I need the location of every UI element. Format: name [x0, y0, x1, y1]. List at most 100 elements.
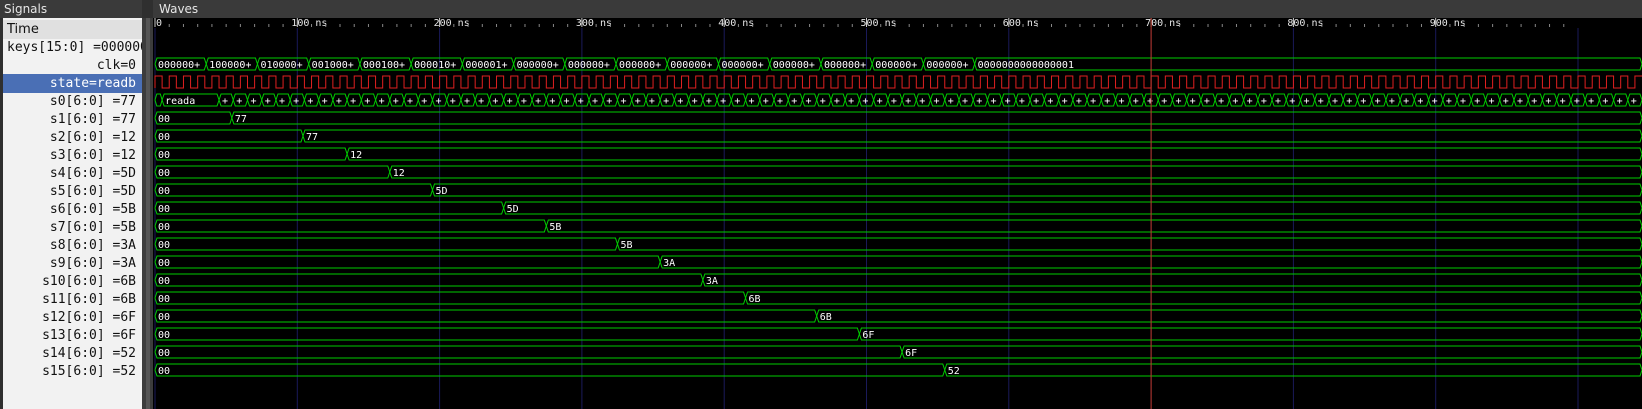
signal-clk[interactable]: clk=0 — [3, 56, 142, 75]
bus-value-label: + — [1318, 96, 1324, 107]
bus-value-label: 000001+ — [465, 60, 507, 71]
signal-s8[interactable]: s8[6:0] =3A — [3, 236, 142, 255]
bus-value-label: 3A — [663, 258, 675, 269]
bus-value-label: 000000+ — [824, 60, 866, 71]
bus-value-label: + — [250, 96, 256, 107]
bus-value-label: + — [1076, 96, 1082, 107]
bus-value-label: + — [1005, 96, 1011, 107]
bus-value-label: 000000+ — [670, 60, 712, 71]
bus-value-label: + — [1161, 96, 1167, 107]
bus-value-label: + — [948, 96, 954, 107]
bus-value-label: + — [749, 96, 755, 107]
bus-value-label: + — [1332, 96, 1338, 107]
signal-s11[interactable]: s11[6:0] =6B — [3, 290, 142, 309]
bus-value-label: 52 — [1019, 18, 1031, 21]
bus-value-label: + — [1574, 96, 1580, 107]
bus-value-label: + — [706, 96, 712, 107]
bus-value-label: + — [990, 96, 996, 107]
bus-value-label: + — [478, 96, 484, 107]
signal-s6[interactable]: s6[6:0] =5B — [3, 200, 142, 219]
signal-list[interactable]: Time keys[15:0] =000000 clk=0 state=read… — [3, 18, 142, 409]
bus-value-label: 000000+ — [517, 60, 559, 71]
bus-value-label: + — [934, 96, 940, 107]
bus-value-label: + — [734, 96, 740, 107]
bus-value-label: + — [1090, 96, 1096, 107]
signal-keys[interactable]: keys[15:0] =000000 — [3, 38, 142, 57]
bus-value-label: + — [507, 96, 513, 107]
bus-value-label: 000000+ — [875, 60, 917, 71]
bus-value-label: + — [1531, 96, 1537, 107]
bus-value-label: 00 — [158, 240, 170, 251]
bus-value-label: + — [1147, 96, 1153, 107]
ruler-label: 400 ns — [718, 18, 754, 29]
bus-value-label: 00 — [158, 168, 170, 179]
signal-s5[interactable]: s5[6:0] =5D — [3, 182, 142, 201]
bus-value-label: reada — [165, 96, 195, 107]
bus-value-label: 00 — [158, 204, 170, 215]
signal-s13[interactable]: s13[6:0] =6F — [3, 326, 142, 345]
bus-value-label: + — [763, 96, 769, 107]
bus-value-label: + — [1474, 96, 1480, 107]
ruler-label: 200 ns — [434, 18, 470, 29]
bus-value-label: 00 — [158, 258, 170, 269]
signal-s10[interactable]: s10[6:0] =6B — [3, 272, 142, 291]
time-ruler[interactable]: 0 100 ns 200 ns 300 ns 400 ns 500 ns 600 ns 700… — [153, 18, 1642, 29]
signals-panel-title: Signals — [0, 0, 142, 18]
bus-value-label: + — [1588, 96, 1594, 107]
bus-value-label: + — [578, 96, 584, 107]
bus-value-label: + — [1218, 96, 1224, 107]
bus-value-label: + — [1133, 96, 1139, 107]
bus-value-label: + — [1232, 96, 1238, 107]
divider-handle[interactable] — [146, 18, 150, 409]
bus-value-label: + — [564, 96, 570, 107]
bus-value-label: + — [1190, 96, 1196, 107]
bus-value-label: + — [1062, 96, 1068, 107]
bus-value-label: + — [848, 96, 854, 107]
bus-value-label: + — [962, 96, 968, 107]
signal-s1[interactable]: s1[6:0] =77 — [3, 110, 142, 129]
bus-value-label: + — [1460, 96, 1466, 107]
signal-s9[interactable]: s9[6:0] =3A — [3, 254, 142, 273]
signal-s7[interactable]: s7[6:0] =5B — [3, 218, 142, 237]
bus-value-label: + — [1517, 96, 1523, 107]
waveform-canvas[interactable]: 0 100 ns 200 ns 300 ns 400 ns 500 ns 600 ns 700… — [153, 18, 1642, 409]
signal-state[interactable]: state=readb — [3, 74, 142, 93]
bus-value-label: 77 — [235, 114, 247, 125]
ruler-label: 700 ns — [1145, 18, 1181, 29]
bus-value-label: 000010+ — [414, 60, 456, 71]
waves-panel-title: Waves — [153, 0, 1642, 18]
bus-value-label: + — [606, 96, 612, 107]
bus-value-label: 6F — [862, 330, 874, 341]
bus-value-label: + — [407, 96, 413, 107]
bus-value-label: + — [1417, 96, 1423, 107]
bus-value-label: 5B — [620, 240, 632, 251]
signal-s2[interactable]: s2[6:0] =12 — [3, 128, 142, 147]
bus-value-label: + — [236, 96, 242, 107]
bus-value-label: 000000+ — [619, 60, 661, 71]
signal-s0[interactable]: s0[6:0] =77 — [3, 92, 142, 111]
signal-s4[interactable]: s4[6:0] =5D — [3, 164, 142, 183]
bus-value-label: + — [1289, 96, 1295, 107]
bus-value-label: + — [592, 96, 598, 107]
bus-value-label: + — [1360, 96, 1366, 107]
bus-value-label: 00 — [158, 312, 170, 323]
bus-value-label: 000000+ — [722, 60, 764, 71]
bus-value-label: 6B — [820, 312, 832, 323]
bus-value-label: 5D — [507, 204, 519, 215]
signal-s12[interactable]: s12[6:0] =6F — [3, 308, 142, 327]
bus-value-label: + — [535, 96, 541, 107]
signal-s3[interactable]: s3[6:0] =12 — [3, 146, 142, 165]
bus-value-label: + — [293, 96, 299, 107]
bus-value-label: 000000+ — [926, 60, 968, 71]
bus-value-label: + — [1375, 96, 1381, 107]
signal-s15[interactable]: s15[6:0] =52 — [3, 362, 142, 381]
bus-value-label: + — [663, 96, 669, 107]
bus-value-label: + — [222, 96, 228, 107]
bus-value-label: + — [862, 96, 868, 107]
bus-value-label: + — [1204, 96, 1210, 107]
bus-value-label: + — [976, 96, 982, 107]
ruler-label: 300 ns — [576, 18, 612, 29]
signal-s14[interactable]: s14[6:0] =52 — [3, 344, 142, 363]
bus-value-label: + — [720, 96, 726, 107]
bus-value-label: + — [435, 96, 441, 107]
